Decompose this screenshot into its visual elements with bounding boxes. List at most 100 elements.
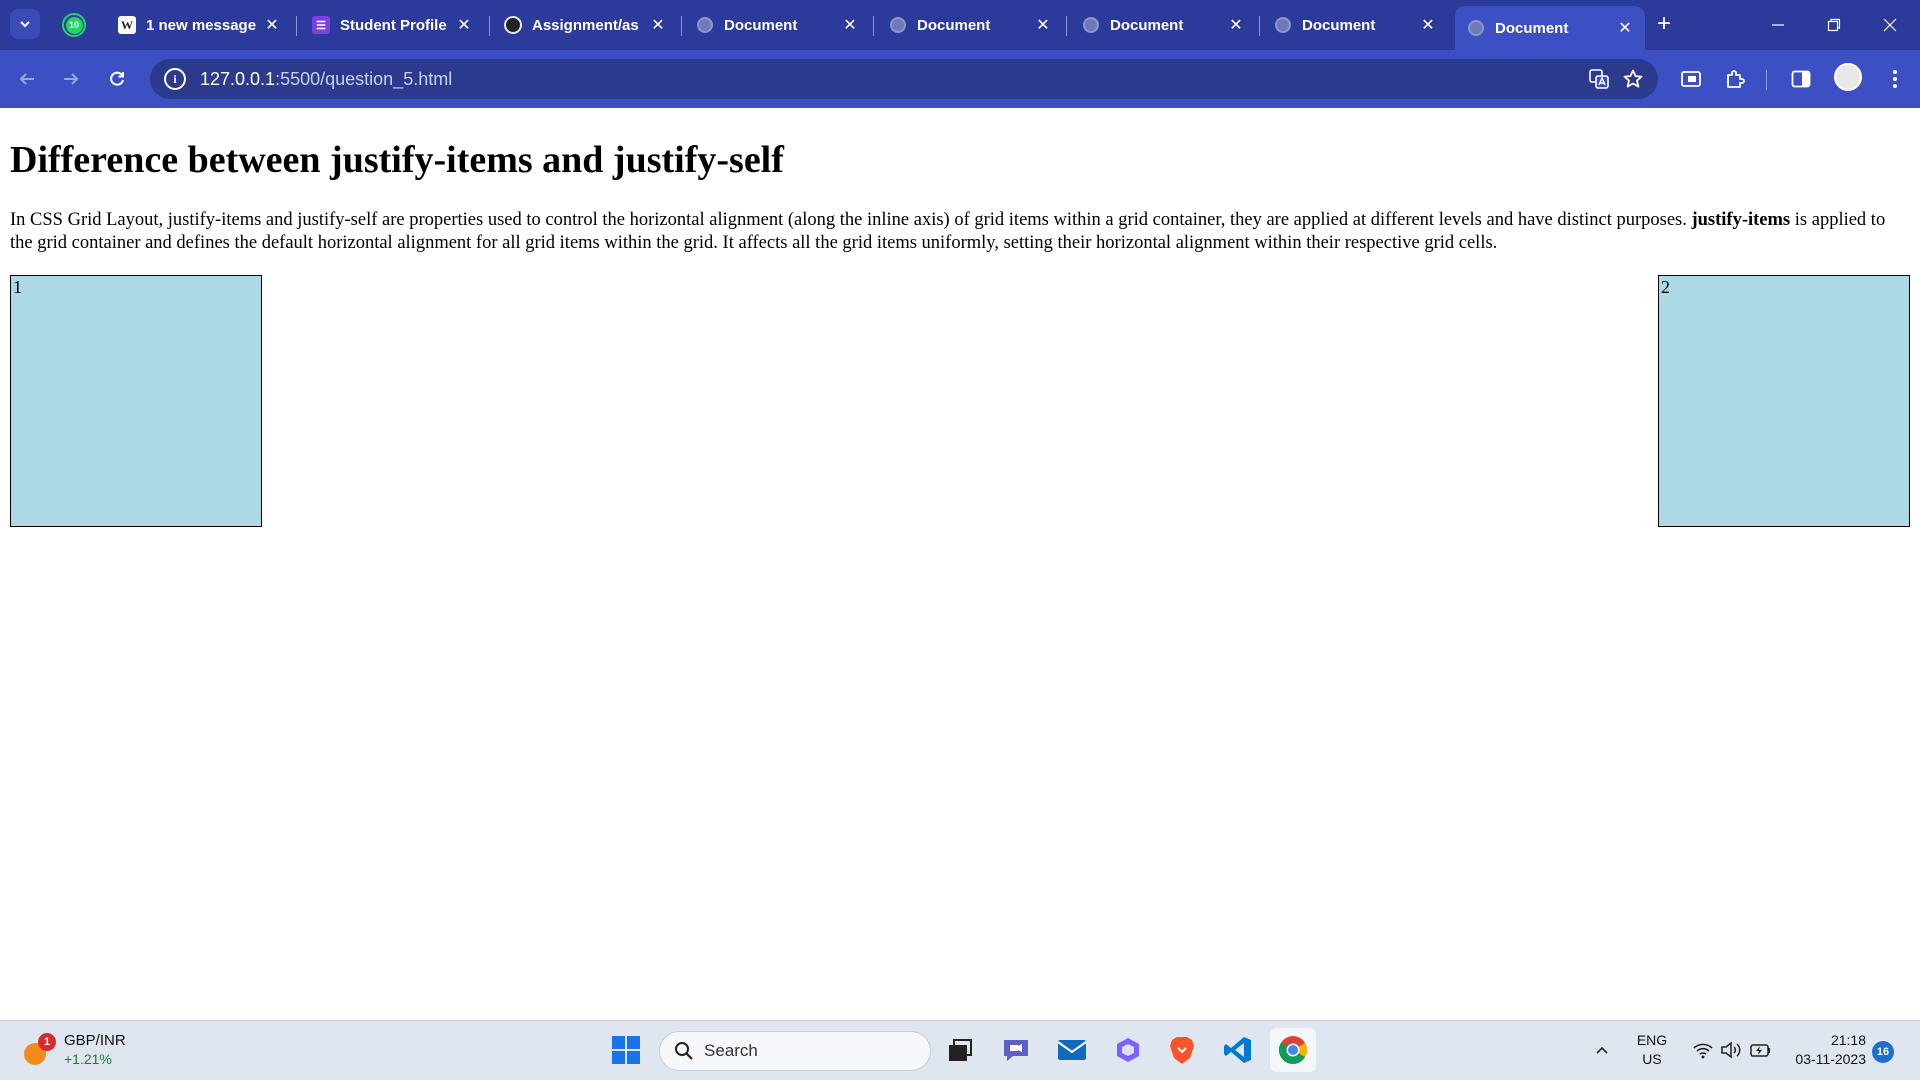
show-hidden-icons-button[interactable] <box>1582 1030 1622 1070</box>
close-icon[interactable]: ✕ <box>646 13 670 37</box>
copilot-button[interactable] <box>1108 1030 1148 1070</box>
close-window-button[interactable] <box>1862 0 1918 50</box>
list-icon: ☰ <box>312 16 330 34</box>
tab-label: Document <box>1110 16 1184 34</box>
picture-in-picture-icon[interactable] <box>1676 64 1706 94</box>
notification-badge[interactable]: 16 <box>1872 1041 1894 1063</box>
close-icon[interactable]: ✕ <box>838 13 862 37</box>
tab-separator <box>681 16 682 36</box>
chrome-button[interactable] <box>1270 1028 1316 1072</box>
wifi-icon <box>1693 1043 1713 1059</box>
language-indicator[interactable]: ENG US <box>1632 1031 1672 1069</box>
start-button[interactable] <box>606 1030 646 1070</box>
minimize-button[interactable] <box>1750 0 1806 50</box>
reload-button[interactable] <box>102 64 132 94</box>
forward-button[interactable] <box>56 64 86 94</box>
back-button[interactable] <box>12 64 42 94</box>
stock-widget-icon: 1 <box>22 1033 56 1065</box>
tab-separator <box>489 16 490 36</box>
tab-document-3[interactable]: Document ✕ <box>1070 6 1256 44</box>
browser-toolbar: i 127.0.0.1:5500/question_5.html <box>0 50 1920 108</box>
tab-separator <box>873 16 874 36</box>
quick-settings-button[interactable] <box>1684 1030 1780 1070</box>
search-label: Search <box>704 1041 758 1060</box>
task-view-icon <box>949 1039 972 1061</box>
grid-item-1: 1 <box>10 275 262 527</box>
url-host: 127.0.0.1 <box>200 68 276 89</box>
language-secondary: US <box>1642 1051 1662 1067</box>
search-icon <box>675 1042 693 1060</box>
volume-icon <box>1721 1041 1741 1059</box>
tab-separator <box>1066 16 1067 36</box>
finance-widget[interactable]: 1 GBP/INR +1.21% <box>22 1031 126 1069</box>
close-icon[interactable]: ✕ <box>452 13 476 37</box>
close-icon[interactable]: ✕ <box>1416 13 1440 37</box>
tab-1-new-message[interactable]: W 1 new message ✕ <box>106 6 292 44</box>
vscode-button[interactable] <box>1218 1030 1258 1070</box>
chrome-icon <box>1279 1036 1307 1064</box>
tab-student-profile[interactable]: ☰ Student Profile ✕ <box>300 6 484 44</box>
tab-label: Document <box>1495 19 1569 37</box>
task-view-button[interactable] <box>940 1030 980 1070</box>
tab-document-1[interactable]: Document ✕ <box>684 6 870 44</box>
reload-icon <box>110 71 124 86</box>
close-icon[interactable]: ✕ <box>260 13 284 37</box>
chevron-up-icon <box>1596 1046 1608 1054</box>
extensions-icon[interactable] <box>1720 64 1750 94</box>
side-panel-icon[interactable] <box>1786 64 1816 94</box>
bookmark-star-icon[interactable] <box>1616 62 1650 96</box>
tab-label: Document <box>724 16 798 34</box>
tab-label: Document <box>917 16 991 34</box>
wordpress-icon: W <box>118 16 136 34</box>
whatsapp-tab-icon[interactable]: 10 <box>62 13 86 37</box>
arrow-left-icon <box>19 73 34 85</box>
globe-icon <box>697 17 713 33</box>
tab-label: Assignment/as <box>532 16 639 34</box>
profile-avatar[interactable] <box>1834 63 1862 91</box>
close-icon <box>1883 18 1897 32</box>
tab-document-2[interactable]: Document ✕ <box>877 6 1063 44</box>
grid-item-2: 2 <box>1658 275 1910 527</box>
tab-label: Student Profile <box>340 16 447 34</box>
intro-paragraph: In CSS Grid Layout, justify-items and ju… <box>10 209 1910 255</box>
clock[interactable]: 21:18 03-11-2023 <box>1784 1031 1866 1069</box>
github-icon <box>504 16 522 34</box>
tab-document-4[interactable]: Document ✕ <box>1262 6 1448 44</box>
windows-logo-icon <box>612 1036 640 1064</box>
whatsapp-badge: 10 <box>65 16 83 34</box>
address-bar[interactable]: i 127.0.0.1:5500/question_5.html <box>150 59 1658 99</box>
tab-assignment[interactable]: Assignment/as ✕ <box>492 6 678 44</box>
chat-icon <box>1004 1040 1028 1061</box>
tab-document-active[interactable]: Document ✕ <box>1455 6 1645 50</box>
tab-search-button[interactable] <box>10 9 40 39</box>
globe-icon <box>1083 17 1099 33</box>
mail-icon <box>1057 1040 1087 1060</box>
more-menu-icon[interactable] <box>1880 64 1910 94</box>
globe-icon <box>890 17 906 33</box>
mail-button[interactable] <box>1052 1030 1092 1070</box>
language-primary: ENG <box>1636 1032 1668 1048</box>
minimize-icon <box>1772 24 1784 26</box>
vscode-icon <box>1224 1037 1251 1063</box>
close-icon[interactable]: ✕ <box>1224 13 1248 37</box>
globe-icon <box>1468 20 1484 36</box>
copilot-icon <box>1117 1038 1139 1062</box>
translate-icon[interactable] <box>1582 62 1616 96</box>
widget-badge: 1 <box>38 1033 56 1051</box>
battery-icon <box>1750 1044 1770 1057</box>
close-icon[interactable]: ✕ <box>1031 13 1055 37</box>
teams-chat-button[interactable] <box>996 1030 1036 1070</box>
url-text[interactable]: 127.0.0.1:5500/question_5.html <box>200 69 1582 90</box>
tab-separator <box>1259 16 1260 36</box>
clock-date: 03-11-2023 <box>1795 1051 1866 1067</box>
restore-icon <box>1827 18 1841 32</box>
brave-browser-button[interactable] <box>1162 1030 1202 1070</box>
new-tab-button[interactable]: + <box>1650 10 1678 38</box>
toolbar-separator <box>1766 70 1767 90</box>
site-info-icon[interactable]: i <box>164 68 186 90</box>
close-icon[interactable]: ✕ <box>1613 16 1637 40</box>
taskbar-search[interactable]: Search <box>659 1031 931 1071</box>
brave-lion-icon <box>1170 1037 1194 1064</box>
restore-button[interactable] <box>1806 0 1862 50</box>
page-heading: Difference between justify-items and jus… <box>10 139 784 181</box>
